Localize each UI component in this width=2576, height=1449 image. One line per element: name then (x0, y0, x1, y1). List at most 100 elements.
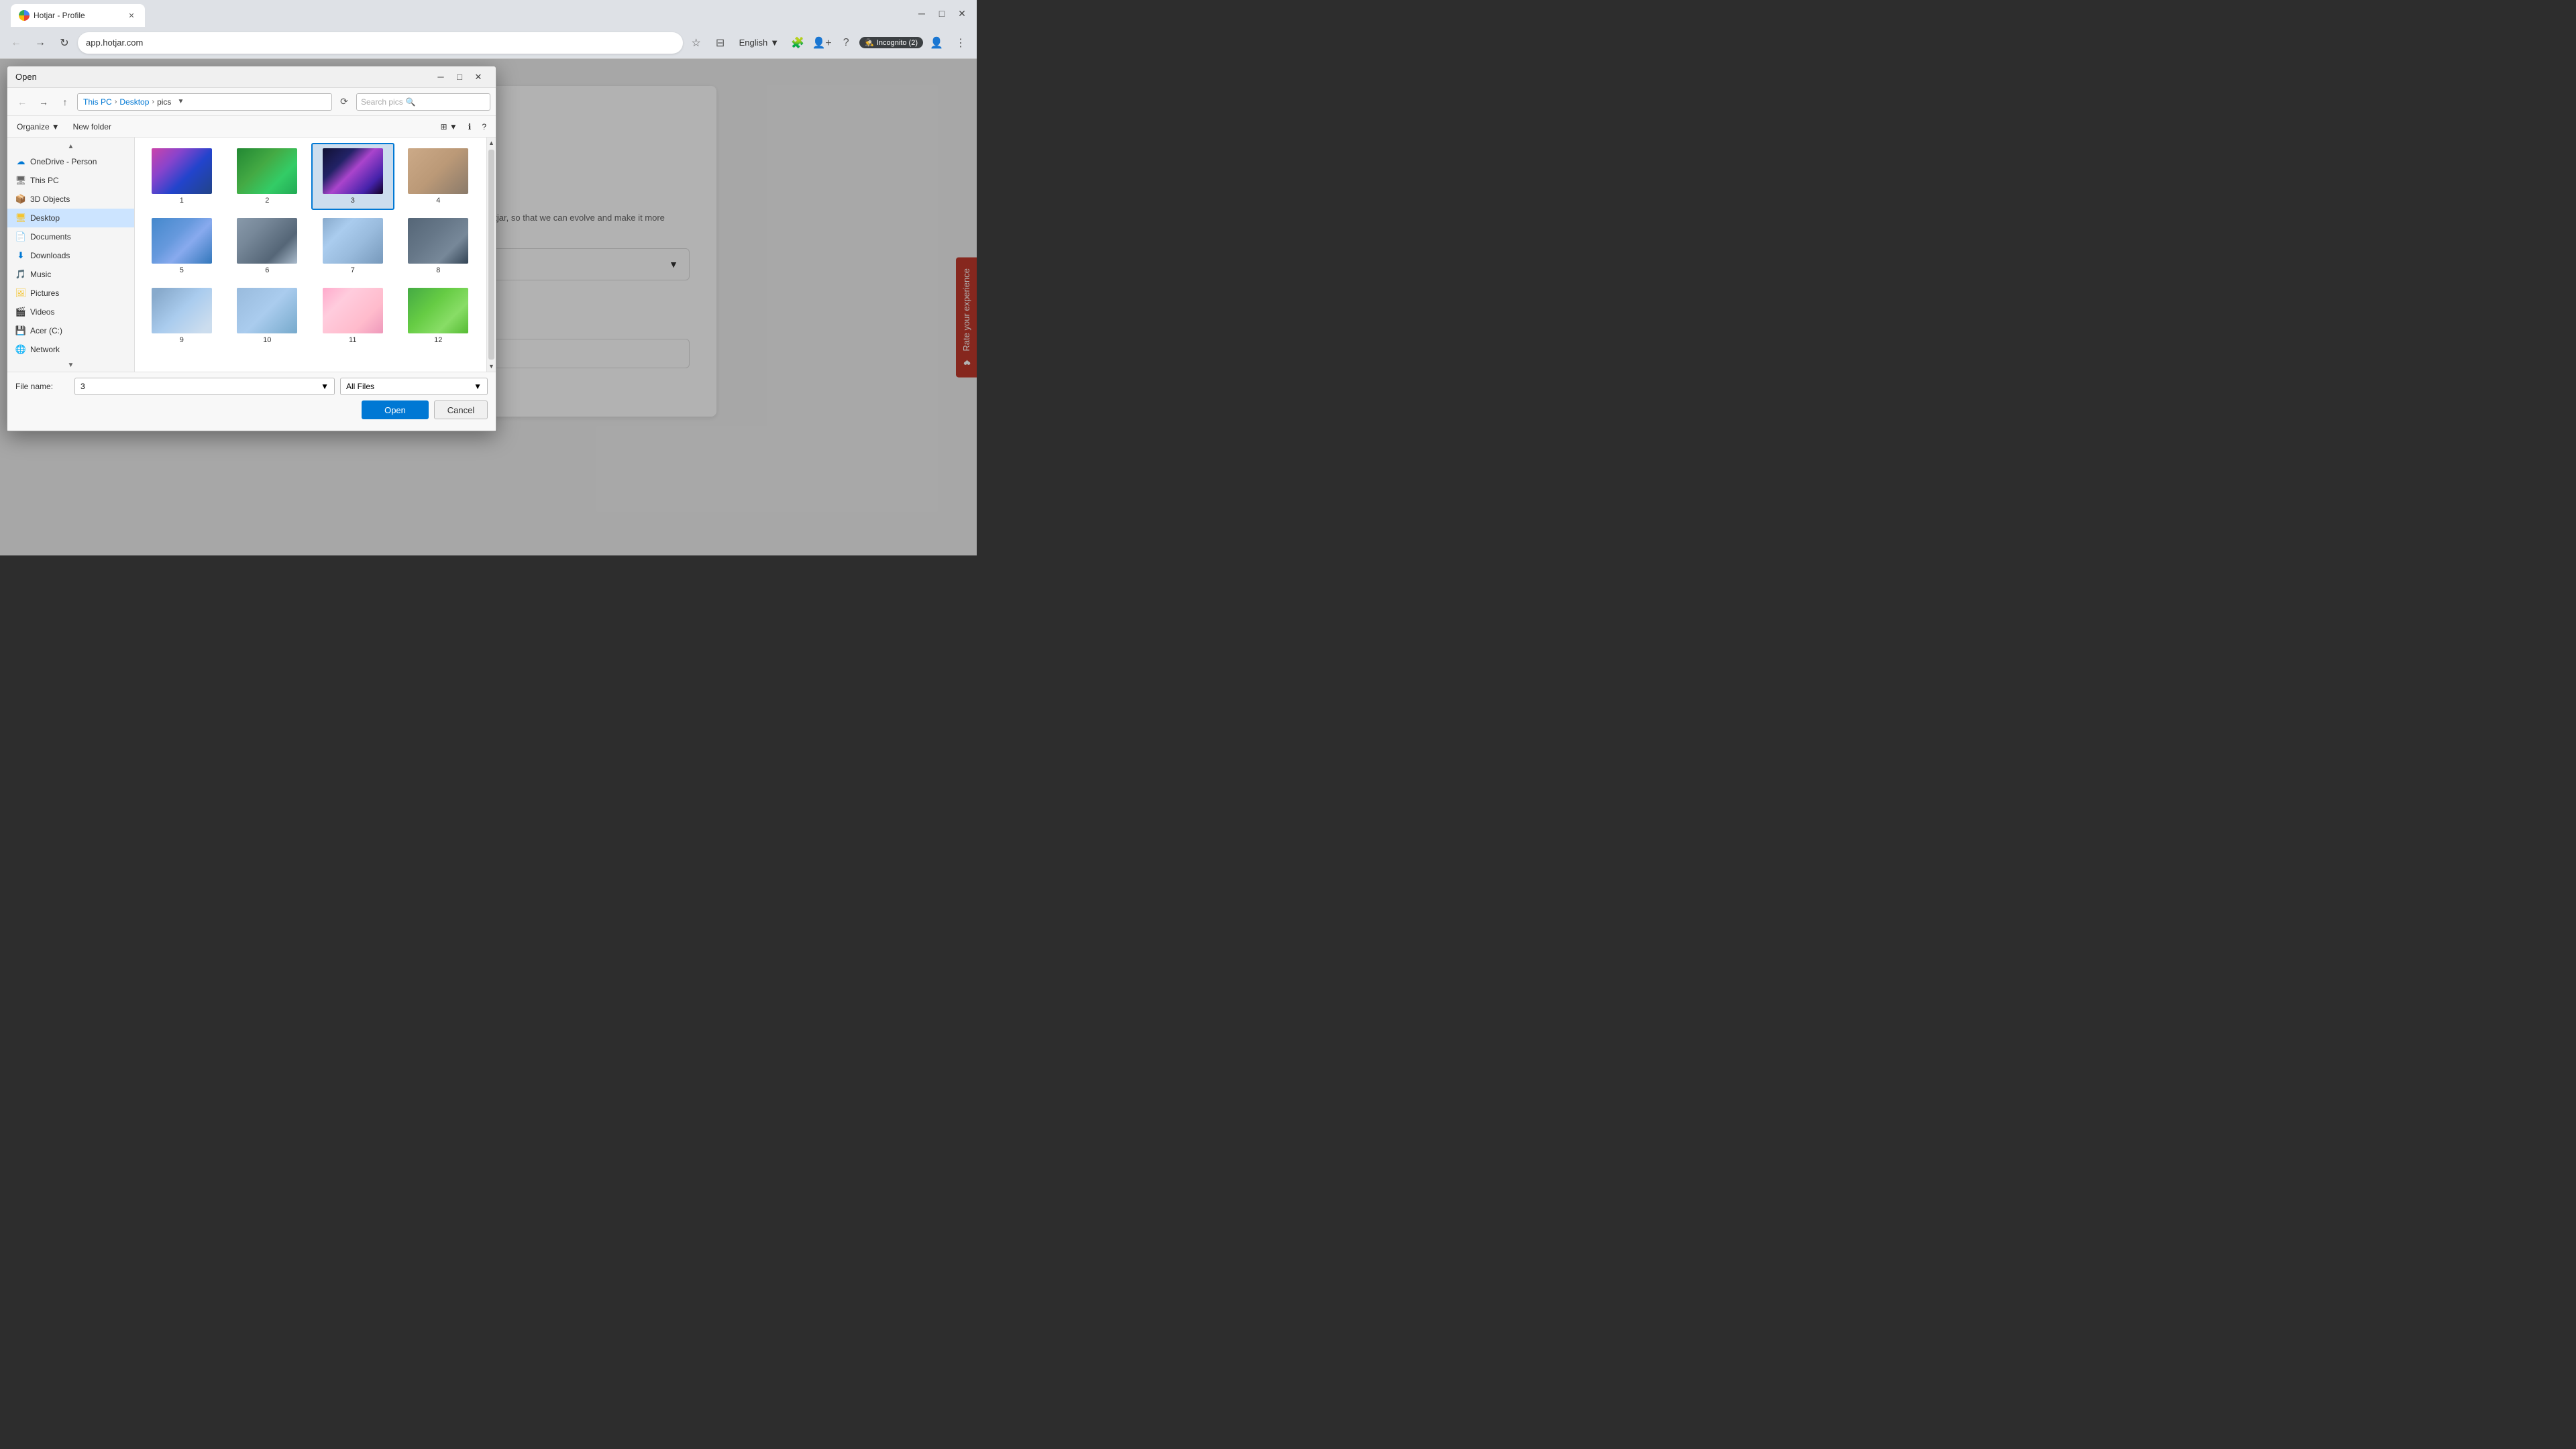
sidebar-item-desktop[interactable]: 🖥 Desktop (7, 209, 134, 227)
downloads-label: Downloads (30, 251, 70, 260)
sidebar-button[interactable]: ⊟ (710, 32, 731, 54)
dialog-footer: File name: 3 ▼ All Files ▼ Open (7, 372, 496, 431)
breadcrumb-dropdown-button[interactable]: ▼ (174, 95, 187, 109)
breadcrumb-sep-2: › (152, 98, 154, 106)
open-btn-label: Open (384, 405, 406, 415)
scrollbar-thumb[interactable] (488, 150, 494, 360)
help-button[interactable]: ? (478, 121, 490, 133)
dialog-actionbar: Organize ▼ New folder ⊞ ▼ ℹ ? (7, 116, 496, 138)
file-item-6[interactable]: 6 (226, 213, 309, 280)
scroll-up-button[interactable]: ▲ (487, 138, 496, 148)
incognito-badge[interactable]: 🕵️ Incognito (2) (859, 37, 923, 48)
extensions-button[interactable]: 🧩 (787, 32, 808, 54)
scroll-down-button[interactable]: ▼ (487, 361, 496, 372)
filename-label: File name: (15, 382, 69, 391)
file-item-5[interactable]: 5 (140, 213, 223, 280)
tab-title: Hotjar - Profile (34, 11, 122, 20)
refresh-button[interactable]: ↻ (54, 32, 75, 54)
sidebar-item-documents[interactable]: 📄 Documents (7, 227, 134, 246)
scroll-down-button[interactable]: ▼ (66, 360, 76, 370)
sidebar-scroll-up[interactable]: ▲ (7, 140, 134, 152)
sidebar-item-music[interactable]: 🎵 Music (7, 265, 134, 284)
file-thumbnail-1 (152, 148, 212, 194)
desktop-label: Desktop (30, 213, 60, 223)
file-item-11[interactable]: 11 (311, 282, 394, 350)
file-name-1: 1 (180, 197, 184, 205)
file-name-8: 8 (436, 266, 440, 274)
file-item-8[interactable]: 8 (397, 213, 480, 280)
address-bar-row: ← → ↻ app.hotjar.com ☆ ⊟ English ▼ 🧩 👤+ … (0, 27, 977, 59)
file-item-2[interactable]: 2 (226, 143, 309, 210)
search-box[interactable]: Search pics 🔍 (356, 93, 490, 111)
dialog-cancel-button[interactable]: Cancel (434, 400, 488, 419)
sidebar-item-network[interactable]: 🌐 Network (7, 340, 134, 359)
thispc-label: This PC (30, 176, 59, 185)
dialog-titlebar: Open ─ □ ✕ (7, 66, 496, 88)
chrome-topbar: Hotjar - Profile ✕ ─ □ ✕ (0, 0, 977, 27)
forward-button[interactable]: → (30, 32, 51, 54)
dialog-up-button[interactable]: ↑ (56, 93, 74, 111)
filetype-value: All Files (346, 382, 374, 391)
dialog-minimize-button[interactable]: ─ (431, 70, 450, 85)
file-item-1[interactable]: 1 (140, 143, 223, 210)
tab-close-button[interactable]: ✕ (126, 10, 137, 21)
file-item-9[interactable]: 9 (140, 282, 223, 350)
dialog-body: ▲ ☁ OneDrive - Person 🖥 This PC 📦 3 (7, 138, 496, 372)
dialog-forward-button[interactable]: → (34, 93, 53, 111)
help-button[interactable]: ? (835, 32, 857, 54)
network-label: Network (30, 345, 60, 354)
sidebar-item-downloads[interactable]: ⬇ Downloads (7, 246, 134, 265)
music-icon: 🎵 (15, 269, 26, 280)
breadcrumb-desktop[interactable]: Desktop (119, 97, 149, 107)
address-bar[interactable]: app.hotjar.com (78, 32, 683, 54)
sidebar-item-thispc[interactable]: 🖥 This PC (7, 171, 134, 190)
file-item-10[interactable]: 10 (226, 282, 309, 350)
maximize-button[interactable]: □ (932, 4, 951, 23)
videos-label: Videos (30, 307, 54, 317)
active-tab[interactable]: Hotjar - Profile ✕ (11, 4, 145, 27)
sidebar-item-onedrive[interactable]: ☁ OneDrive - Person (7, 152, 134, 171)
file-item-12[interactable]: 12 (397, 282, 480, 350)
file-item-4[interactable]: 4 (397, 143, 480, 210)
computer-icon: 🖥 (15, 175, 26, 186)
file-name-10: 10 (263, 336, 271, 344)
scroll-up-button[interactable]: ▲ (66, 142, 76, 151)
minimize-button[interactable]: ─ (912, 4, 931, 23)
bookmark-button[interactable]: ☆ (686, 32, 707, 54)
sidebar-item-pictures[interactable]: 🖼 Pictures (7, 284, 134, 303)
dialog-refresh-button[interactable]: ⟳ (335, 93, 354, 111)
filename-value: 3 (80, 382, 85, 391)
language-button[interactable]: English ▼ (734, 35, 785, 50)
breadcrumb-thispc[interactable]: This PC (83, 97, 112, 107)
filename-input[interactable]: 3 ▼ (74, 378, 335, 395)
file-thumbnail-5 (152, 218, 212, 264)
profile-button[interactable]: 👤 (926, 32, 947, 54)
file-item-3[interactable]: 3 (311, 143, 394, 210)
filetype-dropdown-icon: ▼ (474, 382, 482, 391)
back-button[interactable]: ← (5, 32, 27, 54)
view-button[interactable]: ⊞ ▼ (436, 121, 461, 133)
dialog-open-button[interactable]: Open (362, 400, 429, 419)
dialog-close-button[interactable]: ✕ (469, 70, 488, 85)
file-name-9: 9 (180, 336, 184, 344)
new-folder-button[interactable]: New folder (69, 121, 115, 133)
pictures-label: Pictures (30, 288, 59, 298)
dialog-maximize-button[interactable]: □ (450, 70, 469, 85)
filetype-select[interactable]: All Files ▼ (340, 378, 488, 395)
file-item-7[interactable]: 7 (311, 213, 394, 280)
menu-button[interactable]: ⋮ (950, 32, 971, 54)
sidebar-item-videos[interactable]: 🎬 Videos (7, 303, 134, 321)
sidebar-item-3dobjects[interactable]: 📦 3D Objects (7, 190, 134, 209)
add-account-button[interactable]: 👤+ (811, 32, 833, 54)
sidebar-scroll-down[interactable]: ▼ (7, 359, 134, 371)
sidebar-item-acer[interactable]: 💾 Acer (C:) (7, 321, 134, 340)
dialog-toolbar: ← → ↑ This PC › Desktop › pics ▼ ⟳ Searc… (7, 88, 496, 116)
organize-button[interactable]: Organize ▼ (13, 121, 64, 133)
dialog-back-button[interactable]: ← (13, 93, 32, 111)
documents-label: Documents (30, 232, 71, 241)
close-button[interactable]: ✕ (953, 4, 971, 23)
file-name-12: 12 (434, 336, 442, 344)
details-pane-button[interactable]: ℹ (464, 121, 476, 133)
file-name-11: 11 (349, 336, 356, 344)
incognito-label: Incognito (2) (877, 39, 918, 47)
